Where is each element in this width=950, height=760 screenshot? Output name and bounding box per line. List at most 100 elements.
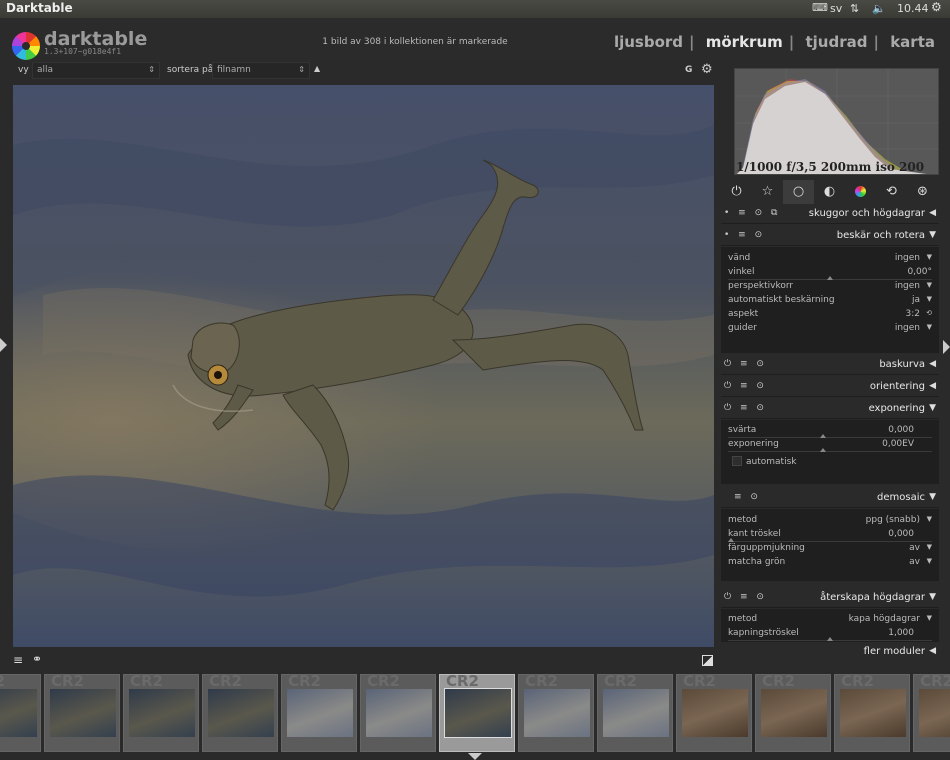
filmstrip-thumbnail[interactable]: CR2 xyxy=(44,674,120,752)
auto-checkbox-row[interactable]: automatisk xyxy=(728,456,932,470)
file-extension-label: CR2 xyxy=(525,674,558,690)
dropdown-icon: ▼ xyxy=(926,543,932,551)
right-panel-arrow-icon[interactable] xyxy=(943,340,950,354)
filmstrip-thumbnail[interactable]: CR2 xyxy=(834,674,910,752)
view-tethering[interactable]: tjudrad xyxy=(805,33,867,51)
module-orientation[interactable]: ⏻ ≡ ⊙ orientering ◀ xyxy=(721,377,939,397)
thumbnail-image xyxy=(524,689,590,737)
param-value: ingen xyxy=(894,253,920,263)
param-row[interactable]: färguppmjukning av ▼ xyxy=(728,542,932,556)
param-value: 3:2 xyxy=(905,309,920,319)
module-crop-rotate[interactable]: • ≡ ⊙ beskär och rotera ▼ xyxy=(721,226,939,246)
param-value: 1,000 xyxy=(888,628,914,638)
collapse-bottom-arrow-icon[interactable] xyxy=(468,753,482,760)
param-label: kapningströskel xyxy=(728,628,799,638)
slider-track[interactable] xyxy=(728,451,932,452)
sort-combo[interactable]: filnamn ⇕ xyxy=(212,62,310,79)
keyboard-layout[interactable]: sv xyxy=(830,2,842,15)
param-row[interactable]: perspektivkorr ingen ▼ xyxy=(728,280,932,294)
swap-icon[interactable]: ⟲ xyxy=(926,309,932,317)
tone-group-icon[interactable]: ◐ xyxy=(814,180,845,204)
filmstrip-thumbnail[interactable]: CR2 xyxy=(123,674,199,752)
color-group-icon[interactable] xyxy=(845,180,876,204)
correct-group-icon[interactable]: ⟲ xyxy=(876,180,907,204)
filmstrip-thumbnail[interactable]: CR2 xyxy=(913,674,950,752)
filmstrip-thumbnail[interactable]: CR2 xyxy=(676,674,752,752)
view-darkroom[interactable]: mörkrum xyxy=(706,33,783,51)
param-label: automatiskt beskärning xyxy=(728,295,835,305)
param-label: vänd xyxy=(728,253,751,263)
filmstrip-thumbnail[interactable]: CR2 xyxy=(439,674,515,752)
system-top-bar: Darktable ⌨ sv ⇅ 🔈 10.44 ⚙ xyxy=(0,0,950,18)
param-row[interactable]: metod kapa högdagrar ▼ xyxy=(728,613,932,627)
module-demosaic[interactable]: ≡ ⊙ demosaic ▼ xyxy=(721,488,939,508)
param-slider[interactable]: kapningströskel 1,000 xyxy=(728,627,932,641)
param-row[interactable]: guider ingen ▼ xyxy=(728,322,932,336)
group-toggle[interactable]: G xyxy=(685,65,692,75)
overexposure-toggle-icon[interactable] xyxy=(702,655,713,666)
module-controls-icon[interactable]: ⏻ ≡ ⊙ xyxy=(724,359,767,369)
slider-knob[interactable] xyxy=(827,637,833,641)
thumbnail-image xyxy=(208,689,274,737)
file-extension-label: CR2 xyxy=(683,674,716,690)
demosaic-body: metod ppg (snabb) ▼ kant tröskel 0,000 färg… xyxy=(721,509,939,581)
filmstrip-thumbnail[interactable]: CR2 xyxy=(360,674,436,752)
filmstrip-thumbnail[interactable]: CR2 xyxy=(597,674,673,752)
effect-group-icon[interactable]: ⊛ xyxy=(907,180,938,204)
module-shadows-highlights[interactable]: • ≡ ⊙ ⧉ skuggor och högdagrar ◀ xyxy=(721,204,939,224)
keyboard-icon[interactable]: ⌨ xyxy=(812,1,828,14)
styles-icon[interactable]: ⚭ xyxy=(32,652,42,666)
view-filter-combo[interactable]: alla ⇕ xyxy=(32,62,160,79)
file-extension-label: CR2 xyxy=(762,674,795,690)
param-slider[interactable]: kant tröskel 0,000 xyxy=(728,528,932,542)
active-modules-icon[interactable]: ⏻ xyxy=(721,180,752,204)
bottom-toolbar: ≡ ⚭ xyxy=(0,650,720,672)
filmstrip-thumbnail[interactable]: CR2 xyxy=(281,674,357,752)
window-title: Darktable xyxy=(6,1,73,15)
module-base-curve[interactable]: ⏻ ≡ ⊙ baskurva ◀ xyxy=(721,355,939,375)
favorites-icon[interactable]: ☆ xyxy=(752,180,783,204)
param-row[interactable]: vänd ingen ▼ xyxy=(728,252,932,266)
param-slider[interactable]: vinkel 0,00° xyxy=(728,266,932,280)
expanded-arrow-icon: ▼ xyxy=(929,403,936,413)
slider-knob[interactable] xyxy=(820,448,826,452)
toad-photo xyxy=(13,85,714,647)
module-exposure[interactable]: ⏻ ≡ ⊙ exponering ▼ xyxy=(721,399,939,419)
system-gear-icon[interactable]: ⚙ xyxy=(931,0,942,14)
param-row[interactable]: metod ppg (snabb) ▼ xyxy=(728,514,932,528)
automatic-checkbox[interactable] xyxy=(732,456,742,466)
module-controls-icon[interactable]: ⏻ ≡ ⊙ xyxy=(724,592,767,602)
filmstrip-thumbnail[interactable]: CR2 xyxy=(518,674,594,752)
volume-icon[interactable]: 🔈 xyxy=(872,2,886,15)
collapsed-arrow-icon: ◀ xyxy=(929,381,936,391)
module-controls-icon[interactable]: ⏻ ≡ ⊙ xyxy=(724,381,767,391)
module-highlight-reconstruction[interactable]: ⏻ ≡ ⊙ återskapa högdagrar ▼ xyxy=(721,588,939,608)
main-image[interactable] xyxy=(13,85,714,647)
view-map[interactable]: karta xyxy=(890,33,935,51)
param-row[interactable]: aspekt 3:2 ⟲ xyxy=(728,308,932,322)
module-controls-icon[interactable]: • ≡ ⊙ xyxy=(724,230,765,240)
clock[interactable]: 10.44 xyxy=(897,2,929,15)
param-row[interactable]: automatiskt beskärning ja ▼ xyxy=(728,294,932,308)
filmstrip-thumbnail[interactable]: CR2 xyxy=(202,674,278,752)
network-icon[interactable]: ⇅ xyxy=(850,2,859,15)
sort-order-icon[interactable]: ▲ xyxy=(314,64,320,73)
view-filter-label: vy xyxy=(18,65,29,75)
preferences-gear-icon[interactable]: ⚙ xyxy=(701,62,713,77)
module-controls-icon[interactable]: • ≡ ⊙ ⧉ xyxy=(724,208,780,218)
expanded-arrow-icon: ▼ xyxy=(929,492,936,502)
module-controls-icon[interactable]: ≡ ⊙ xyxy=(734,492,761,502)
param-slider[interactable]: svärta 0,000 xyxy=(728,424,932,438)
histogram[interactable] xyxy=(734,68,939,175)
param-slider[interactable]: exponering 0,00EV xyxy=(728,438,932,452)
left-panel-arrow-icon[interactable] xyxy=(0,338,7,352)
filmstrip-thumbnail[interactable]: CR2 xyxy=(0,674,41,752)
param-row[interactable]: matcha grön av ▼ xyxy=(728,556,932,570)
module-controls-icon[interactable]: ⏻ ≡ ⊙ xyxy=(724,403,767,413)
view-lighttable[interactable]: ljusbord xyxy=(614,33,683,51)
filmstrip-thumbnail[interactable]: CR2 xyxy=(755,674,831,752)
basic-group-icon[interactable]: ○ xyxy=(783,180,814,204)
thumbnail-image xyxy=(919,689,950,737)
more-modules[interactable]: fler moduler ◀ xyxy=(721,642,939,662)
menu-icon[interactable]: ≡ xyxy=(13,653,23,667)
